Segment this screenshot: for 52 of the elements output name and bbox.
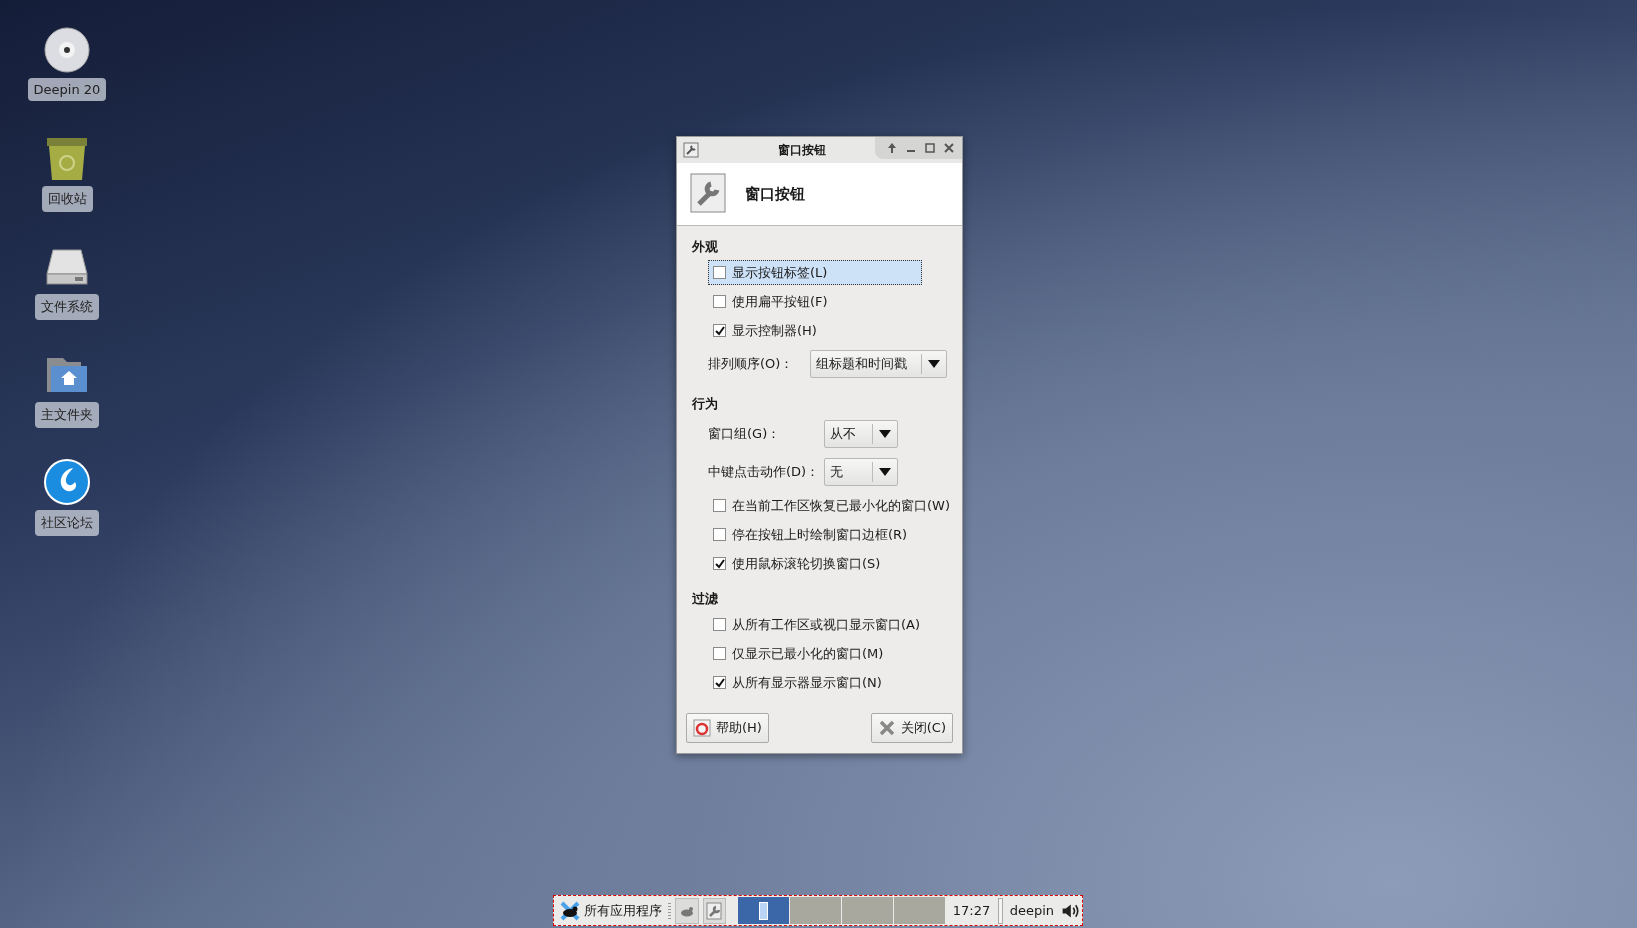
- maximize-icon[interactable]: [923, 141, 937, 155]
- section-heading: 行为: [692, 395, 719, 413]
- arrow-up-icon[interactable]: [885, 141, 899, 155]
- dropdown[interactable]: 无: [824, 458, 898, 486]
- close-button[interactable]: 关闭(C): [870, 713, 953, 743]
- checkmark-icon: [714, 558, 725, 569]
- field-label: 窗口组(G)：: [708, 425, 782, 443]
- launcher-button[interactable]: [702, 897, 726, 924]
- section-heading: 外观: [692, 238, 719, 256]
- checkbox-option[interactable]: 使用鼠标滚轮切换窗口(S): [708, 551, 922, 576]
- document-wrench-icon: [689, 172, 729, 216]
- window-title: 窗口按钮: [777, 141, 827, 159]
- dialog-heading: 窗口按钮: [745, 184, 805, 204]
- checkbox-option[interactable]: 在当前工作区恢复已最小化的窗口(W): [708, 493, 955, 518]
- launcher-button[interactable]: [675, 897, 699, 924]
- icon-label: 文件系统: [35, 294, 99, 320]
- checkbox-option[interactable]: 从所有显示器显示窗口(N): [708, 670, 922, 695]
- checkmark-icon: [714, 325, 725, 336]
- help-button[interactable]: 帮助(H): [686, 713, 769, 743]
- checkbox-option[interactable]: 从所有工作区或视口显示窗口(A): [708, 612, 926, 637]
- close-icon[interactable]: [942, 141, 956, 155]
- wrench-icon[interactable]: [683, 142, 699, 158]
- dropdown[interactable]: 从不: [824, 420, 898, 448]
- dropdown-arrow-icon: [879, 430, 891, 438]
- dropdown[interactable]: 组标题和时间戳: [810, 350, 947, 378]
- drag-handle[interactable]: [668, 902, 672, 919]
- applications-menu-button[interactable]: 所有应用程序: [557, 899, 664, 922]
- icon-label: 回收站: [41, 186, 93, 212]
- swirl-logo-icon[interactable]: [43, 458, 91, 506]
- dropdown-arrow-icon: [879, 468, 891, 476]
- window-thumbnail: [758, 901, 768, 920]
- checkbox-option[interactable]: 使用扁平按钮(F): [708, 289, 922, 314]
- section-heading: 过滤: [692, 590, 719, 608]
- checkmark-icon: [714, 677, 725, 688]
- icon-label: Deepin 20: [27, 78, 107, 101]
- user-name: deepin: [1008, 903, 1055, 918]
- field-label: 中键点击动作(D)：: [708, 463, 821, 481]
- icon-label: 社区论坛: [35, 510, 99, 536]
- workspace[interactable]: [737, 897, 789, 924]
- checkbox-option[interactable]: 显示控制器(H): [708, 318, 922, 343]
- mouse-logo-icon: [559, 899, 581, 922]
- checkbox-option[interactable]: 显示按钮标签(L): [708, 260, 922, 285]
- checkbox-option[interactable]: 停在按钮上时绘制窗口边框(R): [708, 522, 922, 547]
- icon-label: 主文件夹: [35, 402, 99, 428]
- clock: 17:27: [951, 903, 992, 918]
- close-icon: [877, 719, 896, 737]
- disc-icon[interactable]: [43, 26, 91, 74]
- checkbox-option[interactable]: 仅显示已最小化的窗口(M): [708, 641, 922, 666]
- dropdown-arrow-icon: [928, 360, 940, 368]
- document-wrench-icon: [705, 901, 724, 920]
- lifebuoy-icon: [693, 719, 711, 737]
- field-label: 排列顺序(O)：: [708, 355, 795, 373]
